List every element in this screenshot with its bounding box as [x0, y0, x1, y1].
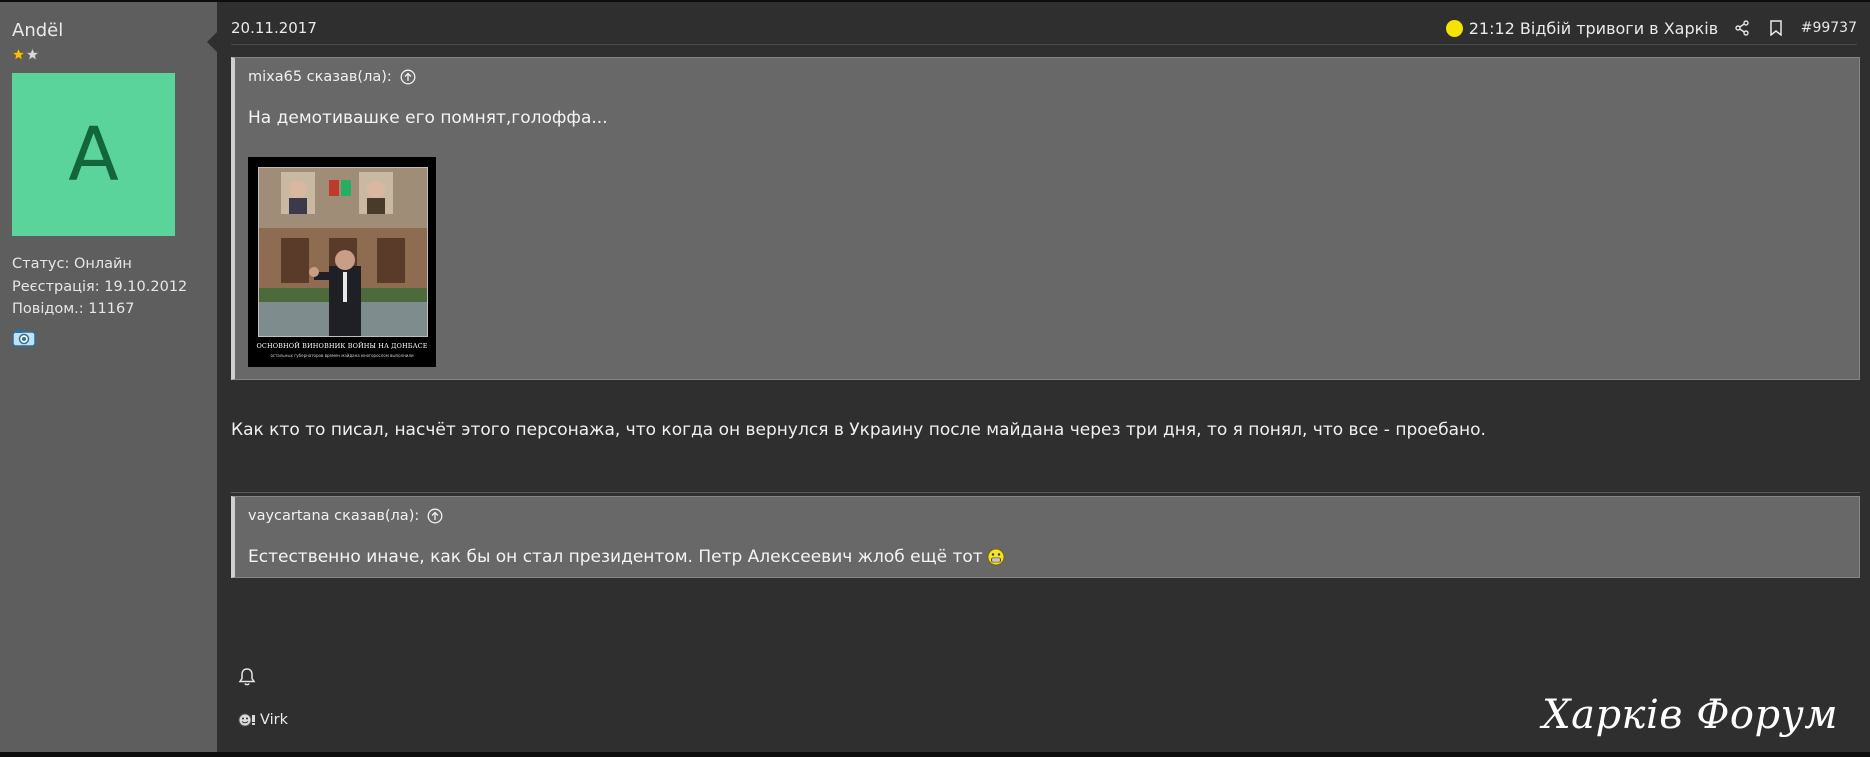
image-caption: ОСНОВНОЙ ВИНОВНИК ВОЙНЫ НА ДОНБАСЕ [256, 342, 428, 350]
quote-text: Естественно иначе, как бы он стал презид… [248, 547, 983, 567]
quote-attribution[interactable]: vaycartana сказав(ла): [248, 508, 443, 524]
camera-icon[interactable] [12, 327, 38, 347]
quote-author[interactable]: vaycartana сказав(ла): [248, 508, 419, 524]
site-logo: Харків Форум [1542, 692, 1838, 738]
air-alert-ticker[interactable]: 21:12 Відбій тривоги в Харківсьа [1469, 19, 1719, 38]
post-date[interactable]: 20.11.2017 [231, 19, 317, 37]
sidebar-pointer [207, 32, 217, 52]
user-post-count: Повідом.: 11167 [12, 301, 135, 317]
forum-post: Andël A Статус: Онлайн Реєстрація: 19.10… [0, 2, 1870, 752]
share-icon[interactable] [1731, 17, 1753, 39]
quote-author[interactable]: mixa65 сказав(ла): [248, 69, 392, 85]
gold-star-icon [12, 48, 25, 61]
header-divider [231, 44, 1857, 45]
avatar[interactable]: A [12, 73, 175, 236]
user-registration: Реєстрація: 19.10.2012 [12, 278, 188, 295]
reaction-user[interactable]: Virk [260, 712, 288, 728]
image-subcaption: остальных губернаторов времен майдана мн… [270, 353, 414, 358]
gray-star-icon [26, 48, 39, 61]
reaction-list[interactable]: Virk [238, 712, 288, 728]
user-sidebar: Andël A Статус: Онлайн Реєстрація: 19.10… [0, 2, 217, 752]
post-message: Как кто то писал, насчёт этого персонажа… [231, 420, 1486, 440]
quote-divider [231, 492, 1860, 493]
username-link[interactable]: Andël [12, 20, 63, 41]
grin-smiley-icon [987, 548, 1005, 566]
quote-block: mixa65 сказав(ла): На демотивашке его по… [231, 57, 1860, 380]
bookmark-icon[interactable] [1765, 17, 1787, 39]
alert-status-icon [1445, 19, 1463, 37]
post-header-actions: 21:12 Відбій тривоги в Харківсьа #99737 [1445, 16, 1857, 40]
user-status: Статус: Онлайн [12, 256, 132, 272]
user-rank-stars [12, 48, 39, 62]
bell-icon[interactable] [238, 667, 256, 687]
quote-text: На демотивашке его помнят,голоффа... [248, 108, 608, 128]
avatar-letter: A [68, 111, 119, 198]
like-smiley-icon [238, 713, 255, 727]
photo [258, 167, 428, 337]
post-number-link[interactable]: #99737 [1801, 20, 1857, 36]
go-to-quote-icon[interactable] [400, 69, 416, 85]
user-info: Статус: Онлайн Реєстрація: 19.10.2012 По… [12, 253, 187, 321]
quote-block: vaycartana сказав(ла): Естественно иначе… [231, 496, 1860, 578]
demotivator-image[interactable]: ОСНОВНОЙ ВИНОВНИК ВОЙНЫ НА ДОНБАСЕ остал… [248, 157, 436, 367]
go-to-quote-icon[interactable] [427, 508, 443, 524]
quote-attribution[interactable]: mixa65 сказав(ла): [248, 69, 416, 85]
quote-text-row: Естественно иначе, как бы он стал презид… [248, 547, 1005, 567]
